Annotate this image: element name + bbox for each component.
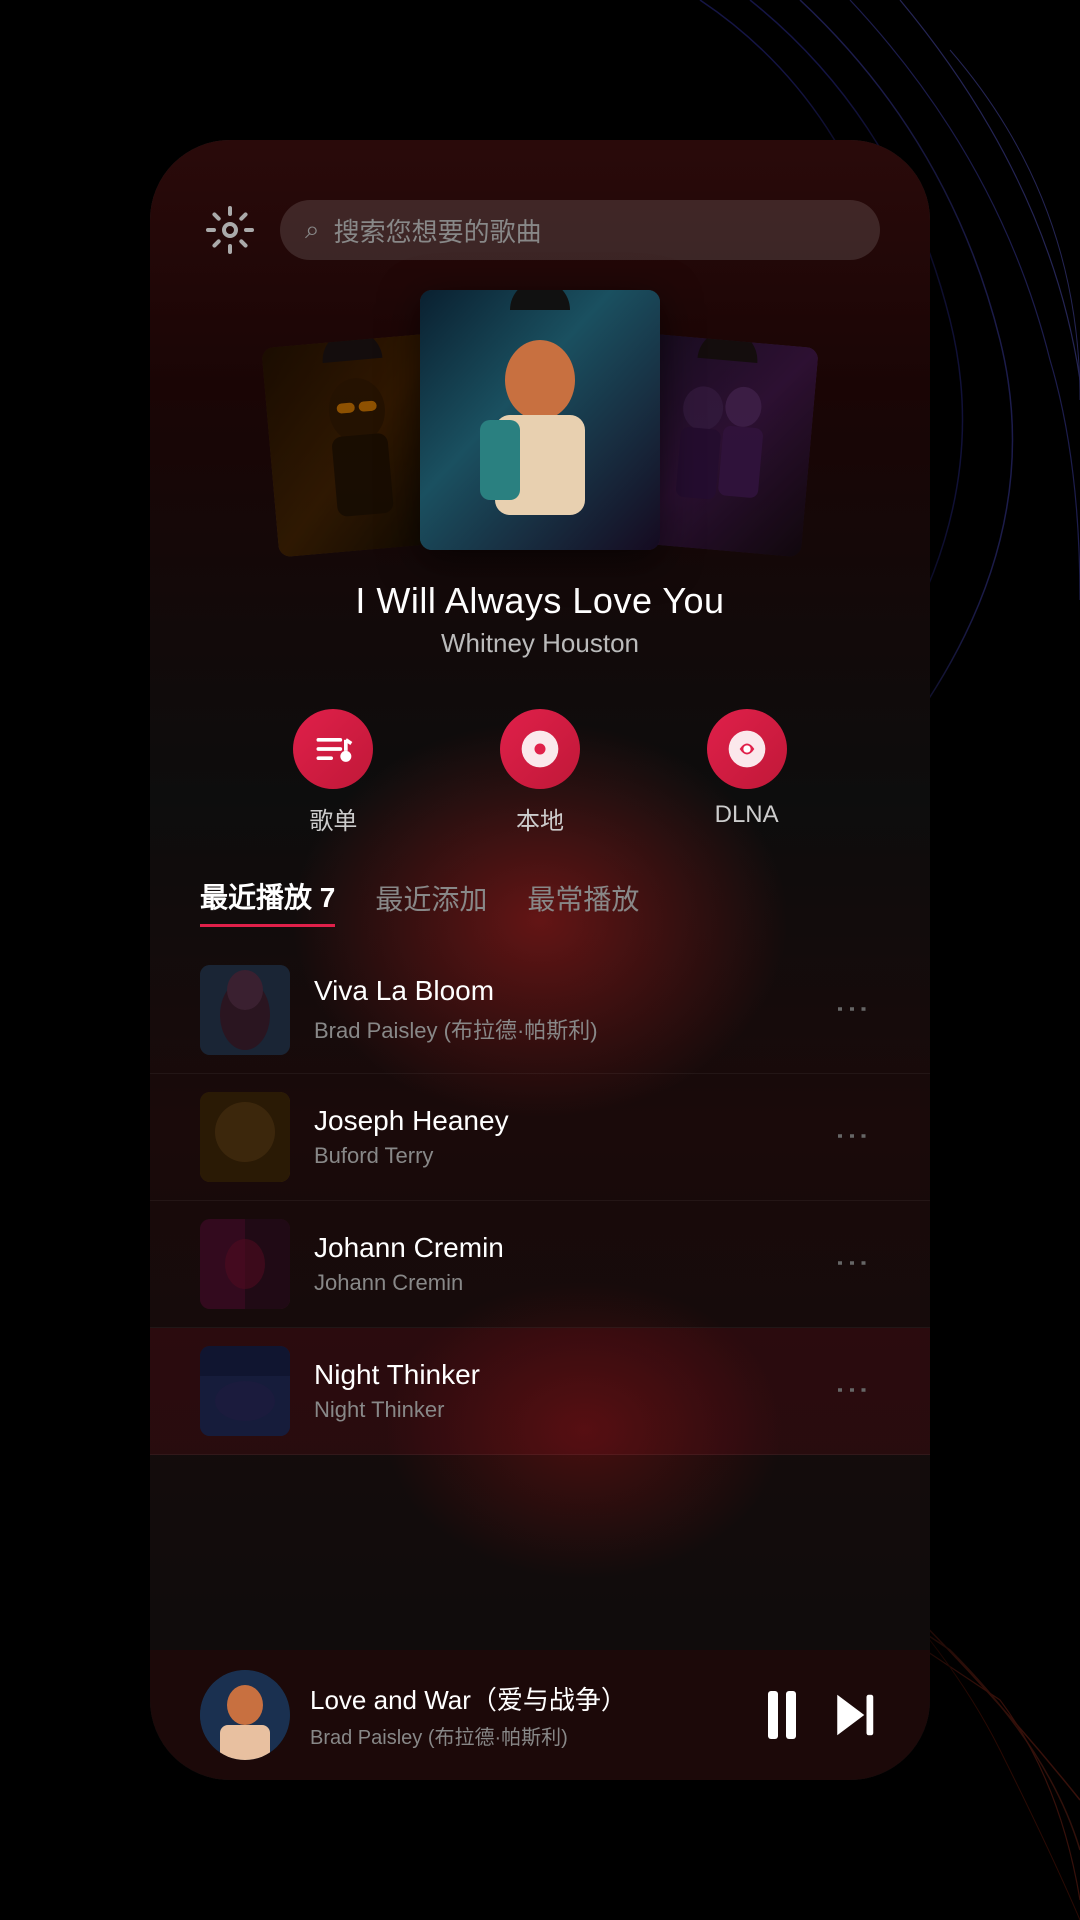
nav-local[interactable]: 本地 [500,709,580,836]
song-details-3: Johann Cremin Johann Cremin [314,1232,800,1296]
song-sub-2: Buford Terry [314,1143,800,1169]
search-icon: ⌕ [305,214,320,246]
tab-recent[interactable]: 最近播放 7 [200,876,335,927]
search-placeholder: 搜索您想要的歌曲 [334,212,542,249]
tab-recent-add[interactable]: 最近添加 [375,878,487,926]
player-bar: Love and War（爱与战争） Brad Paisley (布拉德·帕斯利… [150,1650,930,1780]
song-name-1: Viva La Bloom [314,975,800,1007]
more-btn-3[interactable]: ⋮ [822,1236,882,1292]
search-bar[interactable]: ⌕ 搜索您想要的歌曲 [280,200,880,260]
app-content: ⌕ 搜索您想要的歌曲 [150,140,930,1780]
vinyl-stub-right [698,333,760,363]
song-details-4: Night Thinker Night Thinker [314,1359,800,1423]
pause-button[interactable] [768,1691,796,1739]
player-artist: Brad Paisley (布拉德·帕斯利) [310,1721,748,1750]
song-name-3: Johann Cremin [314,1232,800,1264]
nav-icons: 歌单 本地 [150,679,930,866]
song-sub-4: Night Thinker [314,1397,800,1423]
song-thumb-1 [200,965,290,1055]
song-sub-1: Brad Paisley (布拉德·帕斯利) [314,1013,800,1045]
skip-icon [826,1688,880,1742]
song-details-2: Joseph Heaney Buford Terry [314,1105,800,1169]
player-title: Love and War（爱与战争） [310,1680,748,1717]
player-thumb [200,1670,290,1760]
album-carousel [150,280,930,560]
dlna-icon-bg [707,709,787,789]
song-item-1[interactable]: Viva La Bloom Brad Paisley (布拉德·帕斯利) ⋮ [150,947,930,1074]
skip-button[interactable] [826,1688,880,1742]
song-sub-3: Johann Cremin [314,1270,800,1296]
more-btn-1[interactable]: ⋮ [822,982,882,1038]
phone-shell: ⌕ 搜索您想要的歌曲 [150,140,930,1780]
local-icon-bg [500,709,580,789]
song-details-1: Viva La Bloom Brad Paisley (布拉德·帕斯利) [314,975,800,1045]
vinyl-stub-left [320,333,382,363]
album-art-center [420,290,660,550]
song-item-2[interactable]: Joseph Heaney Buford Terry ⋮ [150,1074,930,1201]
player-controls [768,1688,880,1742]
header: ⌕ 搜索您想要的歌曲 [150,140,930,280]
pause-icon [768,1691,796,1739]
vinyl-stub-center [510,290,570,310]
player-info: Love and War（爱与战争） Brad Paisley (布拉德·帕斯利… [310,1680,748,1750]
song-name-2: Joseph Heaney [314,1105,800,1137]
tabs: 最近播放 7 最近添加 最常播放 [150,866,930,937]
song-title: I Will Always Love You [150,580,930,622]
song-info: I Will Always Love You Whitney Houston [150,560,930,669]
song-item-4[interactable]: Night Thinker Night Thinker ⋮ [150,1328,930,1455]
settings-button[interactable] [200,200,260,260]
playlist-icon-bg [293,709,373,789]
dlna-label: DLNA [715,801,779,829]
song-thumb-4 [200,1346,290,1436]
nav-dlna[interactable]: DLNA [707,709,787,836]
more-btn-2[interactable]: ⋮ [822,1109,882,1165]
pause-bar-left [768,1691,778,1739]
tab-most-played[interactable]: 最常播放 [527,878,639,926]
song-thumb-3 [200,1219,290,1309]
more-btn-4[interactable]: ⋮ [822,1363,882,1419]
song-list: Viva La Bloom Brad Paisley (布拉德·帕斯利) ⋮ J… [150,937,930,1465]
playlist-label: 歌单 [309,801,357,836]
local-label: 本地 [516,801,564,836]
song-item-3[interactable]: Johann Cremin Johann Cremin ⋮ [150,1201,930,1328]
nav-playlist[interactable]: 歌单 [293,709,373,836]
song-name-4: Night Thinker [314,1359,800,1391]
album-card-center[interactable] [420,290,660,550]
pause-bar-right [786,1691,796,1739]
song-thumb-2 [200,1092,290,1182]
song-artist: Whitney Houston [150,628,930,659]
